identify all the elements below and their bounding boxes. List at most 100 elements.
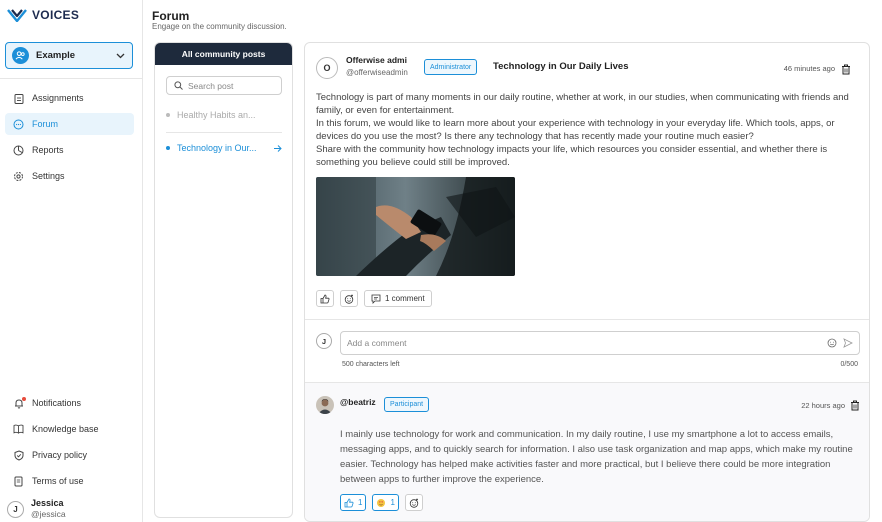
author-handle: @offerwiseadmin bbox=[346, 68, 408, 77]
sidebar-item-knowledge-base[interactable]: Knowledge base bbox=[5, 418, 134, 440]
sidebar-item-label: Reports bbox=[32, 145, 64, 155]
thumbs-up-icon bbox=[344, 498, 354, 507]
love-count: 1 bbox=[390, 498, 395, 507]
like-button[interactable]: 1 bbox=[340, 494, 367, 511]
sidebar-item-label: Privacy policy bbox=[32, 450, 88, 460]
avatar bbox=[316, 396, 334, 414]
sidebar-item-reports[interactable]: Reports bbox=[5, 139, 134, 161]
workspace-label: Example bbox=[36, 50, 76, 61]
chat-icon bbox=[13, 119, 24, 130]
post-paragraph: Technology is part of many moments in ou… bbox=[316, 92, 849, 116]
role-badge: Administrator bbox=[424, 59, 478, 75]
avatar: J bbox=[316, 333, 332, 349]
voices-logo-icon bbox=[7, 8, 27, 22]
posts-panel: All community posts Healthy Habits an...… bbox=[154, 42, 293, 518]
section-divider bbox=[305, 319, 869, 320]
post-list-item[interactable]: Healthy Habits an... bbox=[166, 104, 282, 126]
notification-dot bbox=[22, 396, 26, 401]
sidebar-item-label: Assignments bbox=[32, 93, 84, 103]
love-reaction-button[interactable]: 1 bbox=[372, 494, 399, 511]
sidebar-item-label: Notifications bbox=[32, 398, 82, 408]
character-count: 0/500 bbox=[840, 361, 858, 368]
post-image-smartphone-hands bbox=[316, 177, 515, 276]
chevron-down-icon bbox=[114, 50, 126, 62]
page-subtitle: Engage on the community discussion. bbox=[152, 22, 287, 31]
comments-count-label: 1 comment bbox=[385, 294, 425, 303]
emoji-icon[interactable] bbox=[826, 338, 837, 349]
sidebar-item-label: Knowledge base bbox=[32, 424, 99, 434]
thumbs-up-icon bbox=[320, 294, 330, 303]
comment-input-box bbox=[340, 331, 860, 355]
post-title: Technology in Our Daily Lives bbox=[493, 61, 629, 72]
comment-reactions: 1 1 bbox=[340, 494, 423, 511]
sidebar-item-label: Settings bbox=[32, 171, 65, 181]
author-name: Offerwise admi bbox=[346, 55, 407, 65]
comment-timestamp: 22 hours ago bbox=[801, 401, 845, 410]
like-button[interactable] bbox=[316, 290, 334, 307]
post-paragraph: In this forum, we would like to learn mo… bbox=[316, 118, 835, 142]
sidebar: VOICES Example Assignments Forum Reports… bbox=[0, 0, 143, 522]
comment-author: @beatriz bbox=[340, 397, 376, 407]
sidebar-item-notifications[interactable]: Notifications bbox=[5, 392, 134, 414]
post-list-item-active[interactable]: Technology in Our... bbox=[166, 137, 282, 159]
sidebar-item-terms-of-use[interactable]: Terms of use bbox=[5, 470, 134, 492]
like-count: 1 bbox=[358, 498, 363, 507]
characters-remaining: 500 characters left bbox=[342, 361, 400, 368]
shield-icon bbox=[13, 449, 24, 461]
bottom-nav: Notifications Knowledge base Privacy pol… bbox=[5, 392, 134, 496]
post-body: Technology is part of many moments in ou… bbox=[316, 91, 862, 169]
post-dot bbox=[166, 146, 170, 150]
emoji-add-icon bbox=[409, 498, 419, 508]
chart-icon bbox=[13, 145, 24, 156]
bell-icon bbox=[13, 396, 26, 409]
comment-input[interactable] bbox=[347, 338, 821, 348]
user-profile[interactable]: J Jessica @jessica bbox=[7, 498, 66, 520]
user-info: Jessica @jessica bbox=[31, 498, 66, 520]
sidebar-item-privacy-policy[interactable]: Privacy policy bbox=[5, 444, 134, 466]
gear-icon bbox=[13, 171, 24, 182]
posts-header: All community posts bbox=[155, 43, 292, 65]
list-divider bbox=[166, 132, 282, 133]
add-reaction-button[interactable] bbox=[404, 494, 423, 511]
thread-panel: O Offerwise admi @offerwiseadmin Adminis… bbox=[304, 42, 870, 522]
document-icon bbox=[13, 476, 24, 487]
book-icon bbox=[13, 424, 24, 435]
sidebar-item-assignments[interactable]: Assignments bbox=[5, 87, 134, 109]
comments-button[interactable]: 1 comment bbox=[364, 290, 432, 307]
search-box bbox=[166, 76, 282, 95]
role-badge: Participant bbox=[384, 397, 430, 412]
sidebar-item-label: Terms of use bbox=[32, 476, 84, 486]
send-icon[interactable] bbox=[842, 338, 853, 349]
workspace-users-icon bbox=[12, 47, 29, 64]
emoji-add-icon bbox=[344, 294, 354, 304]
user-handle: @jessica bbox=[31, 509, 66, 519]
post-timestamp: 46 minutes ago bbox=[783, 64, 835, 73]
workspace-selector[interactable]: Example bbox=[5, 42, 133, 69]
post-reactions: 1 comment bbox=[316, 290, 432, 307]
post-dot bbox=[166, 113, 170, 117]
sidebar-item-label: Forum bbox=[32, 119, 59, 129]
scrollbar[interactable] bbox=[874, 42, 878, 512]
user-name: Jessica bbox=[31, 498, 64, 508]
comment-icon bbox=[371, 294, 381, 304]
avatar: O bbox=[316, 57, 338, 79]
search-input[interactable] bbox=[188, 80, 278, 91]
trash-icon[interactable] bbox=[841, 62, 852, 75]
add-reaction-button[interactable] bbox=[340, 290, 358, 307]
sidebar-item-settings[interactable]: Settings bbox=[5, 165, 134, 187]
heart-face-icon bbox=[377, 498, 386, 507]
arrow-right-icon bbox=[273, 144, 282, 153]
clipboard-icon bbox=[13, 93, 24, 104]
comment-body: I mainly use technology for work and com… bbox=[340, 429, 853, 485]
brand[interactable]: VOICES bbox=[7, 8, 79, 22]
main-nav: Assignments Forum Reports Settings bbox=[5, 87, 134, 191]
trash-icon[interactable] bbox=[850, 398, 861, 411]
post-header: O Offerwise admi @offerwiseadmin Adminis… bbox=[316, 55, 859, 81]
page-title: Forum bbox=[152, 9, 190, 23]
post-paragraph: Share with the community how technology … bbox=[316, 144, 828, 168]
post-list-title: Technology in Our... bbox=[177, 143, 257, 153]
search-icon bbox=[174, 77, 183, 95]
sidebar-item-forum[interactable]: Forum bbox=[5, 113, 134, 135]
post-list-title: Healthy Habits an... bbox=[177, 110, 256, 120]
avatar: J bbox=[7, 500, 24, 518]
